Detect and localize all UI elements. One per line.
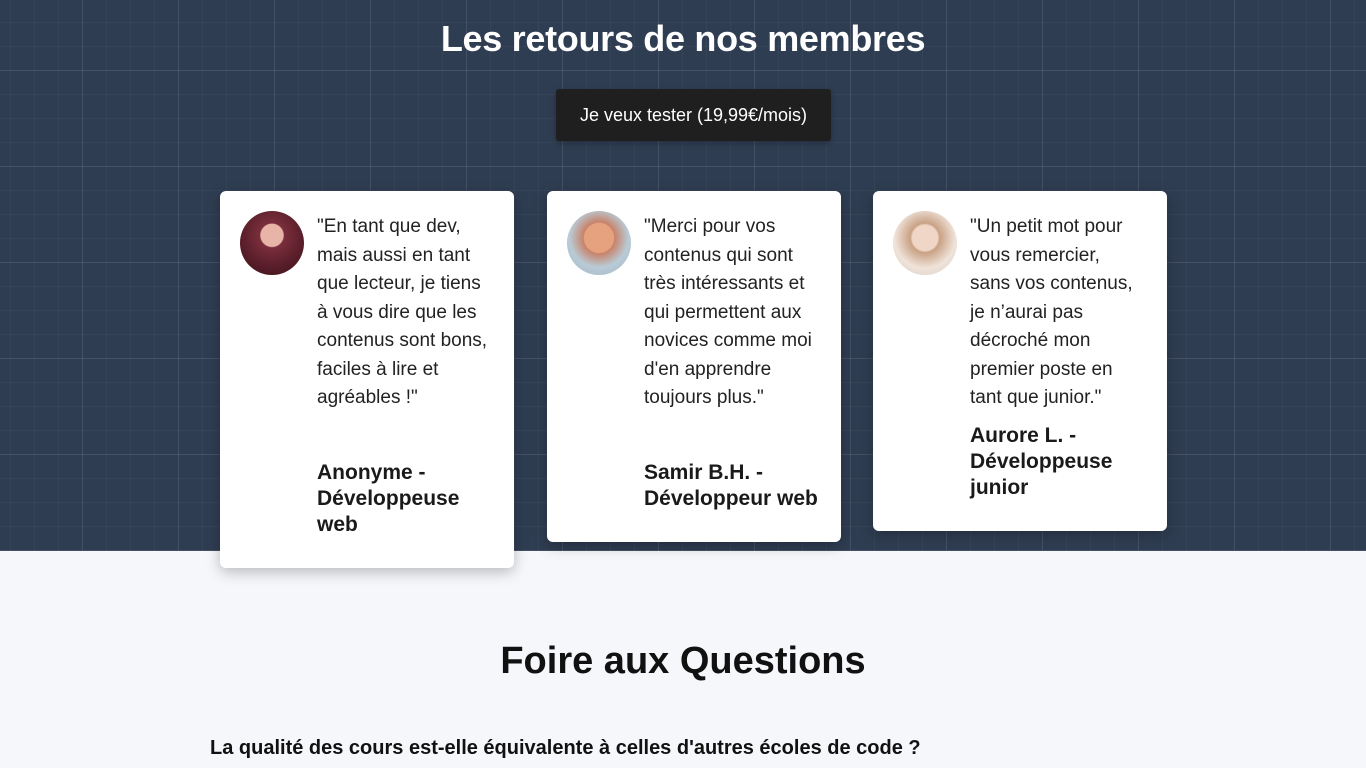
testimonial-author: Aurore L. - Développeuse junior — [970, 423, 1113, 499]
testimonial-card: "Merci pour vos contenus qui sont très i… — [547, 191, 841, 542]
section-title: Les retours de nos membres — [440, 18, 926, 59]
avatar — [893, 211, 957, 275]
testimonial-author: Samir B.H. - Développeur web — [644, 460, 818, 510]
testimonial-quote: "En tant que dev, mais aussi en tant que… — [317, 216, 488, 408]
testimonial-card: "Un petit mot pour vous remercier, sans … — [873, 191, 1167, 531]
avatar — [567, 211, 631, 275]
testimonial-card: "En tant que dev, mais aussi en tant que… — [220, 191, 514, 568]
testimonial-quote: "Merci pour vos contenus qui sont très i… — [644, 216, 812, 408]
try-subscription-button[interactable]: Je veux tester (19,99€/mois) — [556, 89, 831, 141]
testimonial-author: Anonyme - Développeuse web — [317, 460, 460, 536]
faq-question[interactable]: La qualité des cours est-elle équivalent… — [210, 737, 921, 760]
faq-title: Foire aux Questions — [500, 640, 866, 682]
testimonials-section: Les retours de nos membres Je veux teste… — [0, 0, 1366, 568]
testimonial-quote: "Un petit mot pour vous remercier, sans … — [970, 216, 1133, 408]
avatar — [240, 211, 304, 275]
